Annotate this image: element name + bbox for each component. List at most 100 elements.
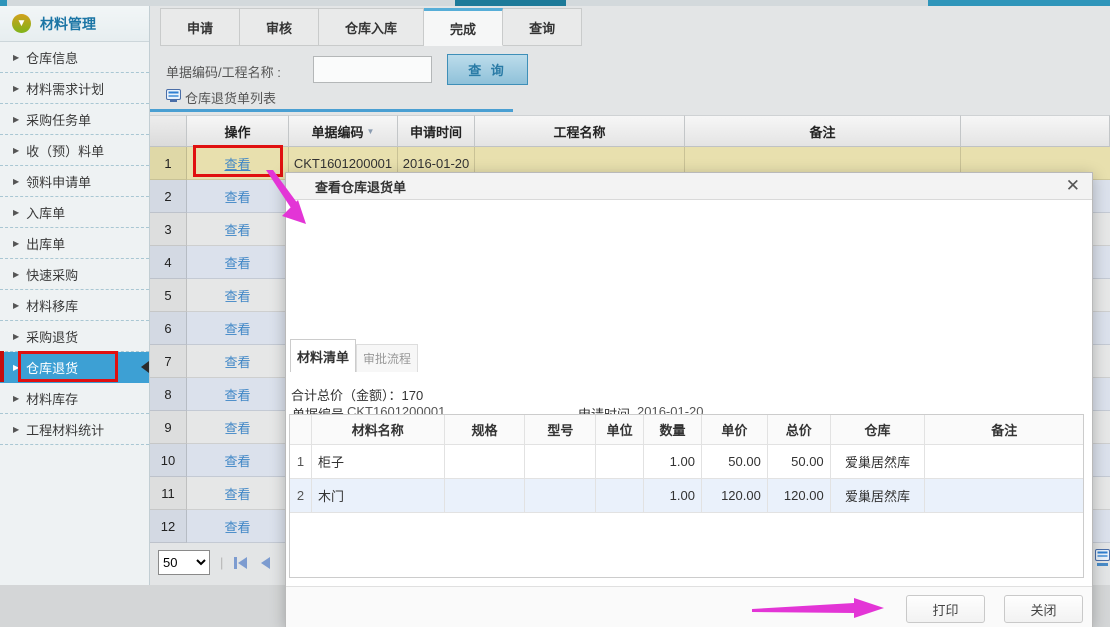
triangle-right-icon: ▶: [13, 208, 19, 217]
view-action-cell: 查看: [187, 345, 289, 378]
search-input[interactable]: [313, 56, 432, 83]
pagination-bar: 50 |: [158, 550, 271, 575]
row-number: 3: [150, 213, 187, 246]
sidebar-item-10[interactable]: ▶ 仓库退货: [0, 352, 149, 383]
sidebar-item-6[interactable]: ▶出库单: [0, 228, 149, 259]
triangle-right-icon: ▶: [13, 301, 19, 310]
view-action-cell: 查看: [187, 444, 289, 477]
view-link[interactable]: 查看: [224, 220, 250, 239]
print-button[interactable]: 打印: [906, 595, 985, 623]
sidebar-item-3[interactable]: ▶ 收（预）料单: [0, 135, 149, 166]
view-action-cell: 查看: [187, 180, 289, 213]
sidebar: ▼ 材料管理 ▶仓库信息▶材料需求计划▶采购任务单▶收（预）料单▶领料申请单▶入…: [0, 6, 150, 585]
workflow-tab-3[interactable]: 完成: [424, 8, 503, 46]
view-link[interactable]: 查看: [224, 517, 250, 536]
sidebar-item-8[interactable]: ▶ 材料移库: [0, 290, 149, 321]
sidebar-item-9[interactable]: ▶采购退货: [0, 321, 149, 352]
material-row-1: 1柜子1.0050.0050.00爱巢居然库: [290, 445, 1083, 479]
mh-total: 总价: [768, 415, 831, 445]
sidebar-item-label: 仓库退货: [26, 358, 78, 377]
view-link[interactable]: 查看: [224, 418, 250, 437]
workflow-tabbar: 申请审核仓库入库完成查询: [160, 8, 582, 46]
close-button[interactable]: 关闭: [1004, 595, 1083, 623]
first-page-icon[interactable]: [233, 556, 249, 570]
header-date[interactable]: 申请时间: [398, 115, 475, 147]
material-table-header: 材料名称 规格 型号 单位 数量 单价 总价 仓库 备注: [290, 415, 1083, 445]
triangle-right-icon: ▶: [13, 53, 19, 62]
sidebar-item-7[interactable]: ▶快速采购: [0, 259, 149, 290]
search-label: 单据编码/工程名称 :: [166, 62, 281, 81]
mh-warehouse: 仓库: [831, 415, 926, 445]
material-cell: [596, 479, 644, 513]
material-cell: 1.00: [644, 445, 702, 479]
workflow-tab-0[interactable]: 申请: [160, 8, 240, 46]
material-cell: 50.00: [768, 445, 831, 479]
header-action[interactable]: 操作: [187, 115, 289, 147]
top-strip-segment: [928, 0, 1110, 6]
view-link[interactable]: 查看: [224, 319, 250, 338]
sidebar-item-0[interactable]: ▶仓库信息: [0, 42, 149, 73]
header-extra: [961, 115, 1110, 147]
row-number: 4: [150, 246, 187, 279]
header-project[interactable]: 工程名称: [475, 115, 685, 147]
mh-unit: 单位: [596, 415, 644, 445]
sidebar-item-label: 采购退货: [26, 327, 78, 346]
tab-approval-process[interactable]: 审批流程: [356, 344, 418, 372]
search-button[interactable]: 查 询: [447, 54, 528, 85]
sidebar-item-label: 材料移库: [26, 296, 78, 315]
material-cell: [925, 479, 1083, 513]
header-code[interactable]: 单据编码 ▼: [289, 115, 398, 147]
material-cell: [925, 445, 1083, 479]
close-icon[interactable]: ✕: [1066, 176, 1080, 196]
triangle-right-icon: ▶: [13, 84, 19, 93]
view-link[interactable]: 查看: [224, 352, 250, 371]
tab-material-list[interactable]: 材料清单: [290, 339, 356, 372]
material-cell: [525, 479, 596, 513]
monitor-icon-cutoff: [1095, 549, 1110, 573]
material-cell: 1.00: [644, 479, 702, 513]
triangle-right-icon: ▶: [13, 363, 19, 372]
view-link[interactable]: 查看: [224, 385, 250, 404]
sidebar-item-11[interactable]: ▶材料库存: [0, 383, 149, 414]
total-value: 170: [402, 388, 424, 403]
view-link[interactable]: 查看: [224, 286, 250, 305]
row-number: 5: [150, 279, 187, 312]
view-action-cell: 查看: [187, 213, 289, 246]
workflow-tab-1[interactable]: 审核: [240, 8, 319, 46]
view-action-cell: 查看: [187, 378, 289, 411]
row-number: 10: [150, 444, 187, 477]
triangle-right-icon: ▶: [13, 146, 19, 155]
material-cell: 1: [290, 445, 312, 479]
workflow-tab-4[interactable]: 查询: [503, 8, 582, 46]
sidebar-item-label: 领料申请单: [26, 172, 91, 191]
sidebar-item-label: 材料库存: [26, 389, 78, 408]
table-header-row: 操作 单据编码 ▼ 申请时间 工程名称 备注: [150, 115, 1110, 147]
page-size-select[interactable]: 50: [158, 550, 210, 575]
sidebar-header[interactable]: ▼ 材料管理: [0, 6, 149, 42]
prev-page-icon[interactable]: [259, 556, 271, 570]
material-cell: [445, 479, 526, 513]
selected-notch-icon: [141, 361, 149, 373]
sidebar-item-12[interactable]: ▶工程材料统计: [0, 414, 149, 445]
header-note[interactable]: 备注: [685, 115, 961, 147]
sidebar-item-5[interactable]: ▶入库单: [0, 197, 149, 228]
view-link[interactable]: 查看: [224, 187, 250, 206]
sidebar-item-label: 收（预）料单: [26, 141, 104, 160]
mh-model: 型号: [525, 415, 596, 445]
mh-spec: 规格: [445, 415, 526, 445]
sidebar-item-2[interactable]: ▶采购任务单: [0, 104, 149, 135]
view-link[interactable]: 查看: [224, 451, 250, 470]
caret-down-icon: ▼: [367, 127, 375, 136]
view-link[interactable]: 查看: [224, 253, 250, 272]
material-cell: 柜子: [312, 445, 445, 479]
pager-divider: |: [220, 555, 223, 570]
material-cell: 爱巢居然库: [831, 479, 926, 513]
workflow-tab-2[interactable]: 仓库入库: [319, 8, 424, 46]
chevron-down-circle-icon: ▼: [12, 14, 31, 33]
sidebar-item-4[interactable]: ▶领料申请单: [0, 166, 149, 197]
view-link[interactable]: 查看: [224, 154, 250, 173]
view-link[interactable]: 查看: [224, 484, 250, 503]
material-cell: [525, 445, 596, 479]
sidebar-item-1[interactable]: ▶材料需求计划: [0, 73, 149, 104]
view-return-order-modal: 查看仓库退货单 ✕ 单据编号 CKT1601200001 申请时间 2016-0…: [285, 172, 1093, 627]
